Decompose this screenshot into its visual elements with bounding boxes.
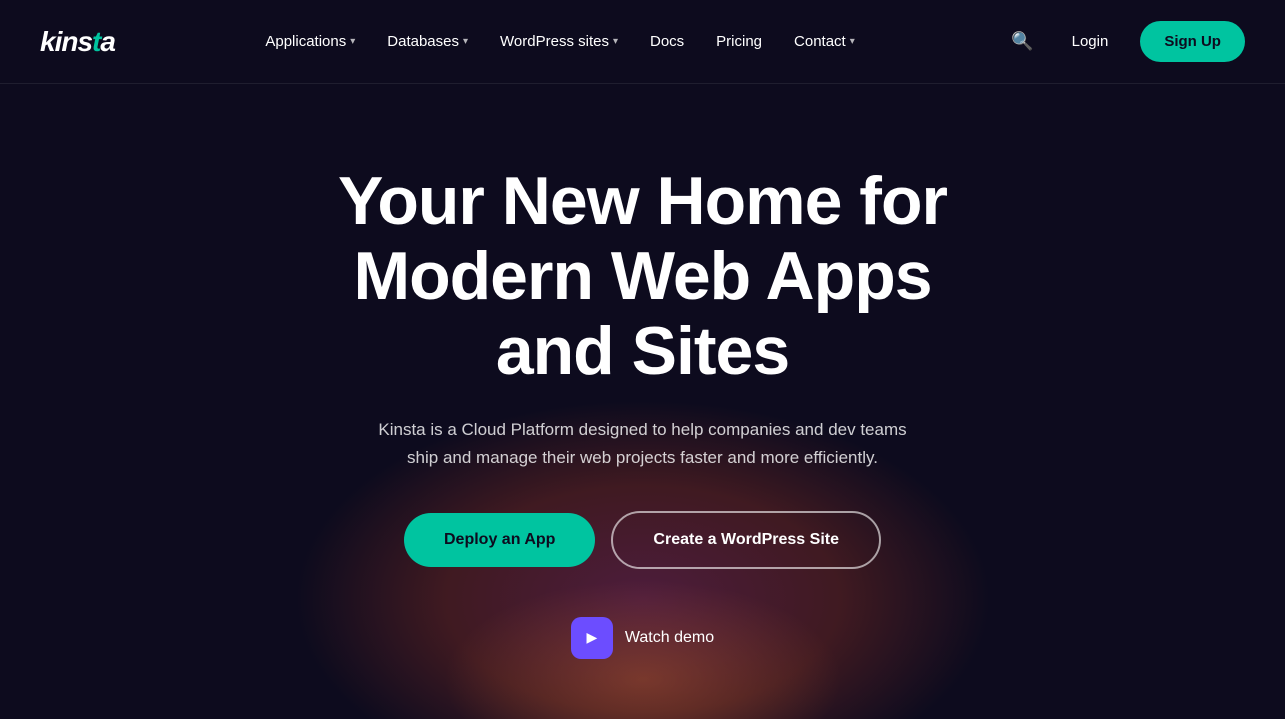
deploy-app-label: Deploy an App bbox=[444, 531, 555, 548]
watch-demo-text: Watch demo bbox=[625, 629, 714, 647]
signup-label: Sign Up bbox=[1164, 33, 1221, 50]
chevron-down-icon: ▾ bbox=[463, 36, 468, 47]
logo[interactable]: kinsta bbox=[40, 26, 115, 58]
nav-contact-label: Contact bbox=[794, 33, 846, 50]
logo-text: kinsta bbox=[40, 26, 115, 58]
hero-buttons: Deploy an App Create a WordPress Site bbox=[404, 511, 881, 569]
nav-right: 🔍 Login Sign Up bbox=[1005, 21, 1245, 62]
nav-item-databases[interactable]: Databases ▾ bbox=[373, 25, 482, 58]
nav-item-pricing[interactable]: Pricing bbox=[702, 25, 776, 58]
signup-button[interactable]: Sign Up bbox=[1140, 21, 1245, 62]
login-button[interactable]: Login bbox=[1056, 25, 1125, 58]
watch-demo-link[interactable]: ▶ Watch demo bbox=[571, 617, 714, 659]
nav-applications-label: Applications bbox=[265, 33, 346, 50]
chevron-down-icon: ▾ bbox=[850, 36, 855, 47]
nav-links: Applications ▾ Databases ▾ WordPress sit… bbox=[251, 25, 868, 58]
nav-databases-label: Databases bbox=[387, 33, 459, 50]
hero-title: Your New Home for Modern Web Apps and Si… bbox=[313, 164, 973, 388]
nav-item-wordpress[interactable]: WordPress sites ▾ bbox=[486, 25, 632, 58]
search-button[interactable]: 🔍 bbox=[1005, 25, 1039, 58]
hero-subtitle: Kinsta is a Cloud Platform designed to h… bbox=[373, 416, 913, 470]
chevron-down-icon: ▾ bbox=[613, 36, 618, 47]
create-wordpress-label: Create a WordPress Site bbox=[653, 531, 839, 548]
nav-wordpress-label: WordPress sites bbox=[500, 33, 609, 50]
nav-item-contact[interactable]: Contact ▾ bbox=[780, 25, 869, 58]
play-icon: ▶ bbox=[571, 617, 613, 659]
search-icon: 🔍 bbox=[1011, 31, 1033, 51]
deploy-app-button[interactable]: Deploy an App bbox=[404, 513, 595, 567]
login-label: Login bbox=[1072, 33, 1109, 50]
chevron-down-icon: ▾ bbox=[350, 36, 355, 47]
create-wordpress-button[interactable]: Create a WordPress Site bbox=[611, 511, 881, 569]
nav-item-applications[interactable]: Applications ▾ bbox=[251, 25, 369, 58]
navbar: kinsta Applications ▾ Databases ▾ WordPr… bbox=[0, 0, 1285, 84]
nav-item-docs[interactable]: Docs bbox=[636, 25, 698, 58]
nav-pricing-label: Pricing bbox=[716, 33, 762, 50]
nav-docs-label: Docs bbox=[650, 33, 684, 50]
hero-section: Your New Home for Modern Web Apps and Si… bbox=[0, 84, 1285, 719]
